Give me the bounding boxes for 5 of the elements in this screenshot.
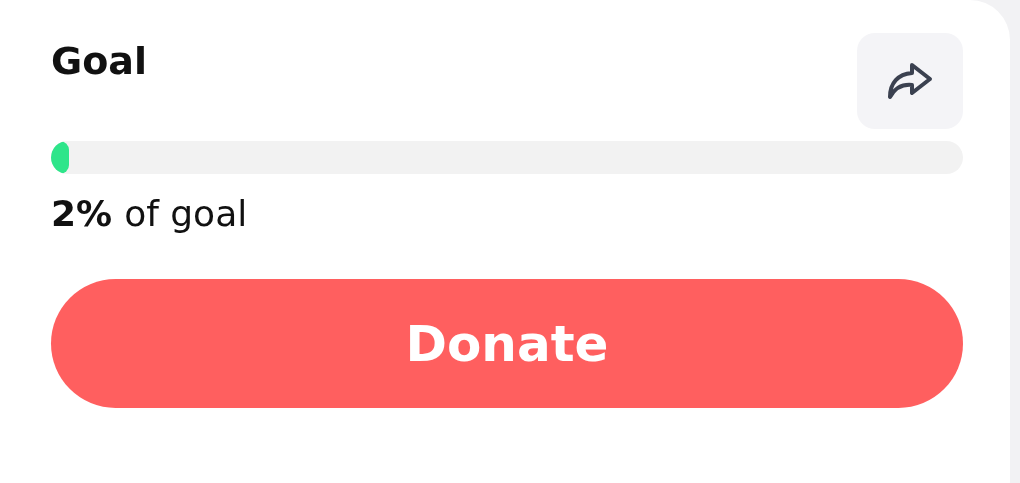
donate-button[interactable]: Donate: [51, 279, 963, 408]
share-button[interactable]: [857, 33, 963, 129]
percent-label: of goal: [124, 192, 248, 234]
goal-title: Goal: [51, 39, 147, 83]
percent-value: 2%: [51, 192, 113, 234]
